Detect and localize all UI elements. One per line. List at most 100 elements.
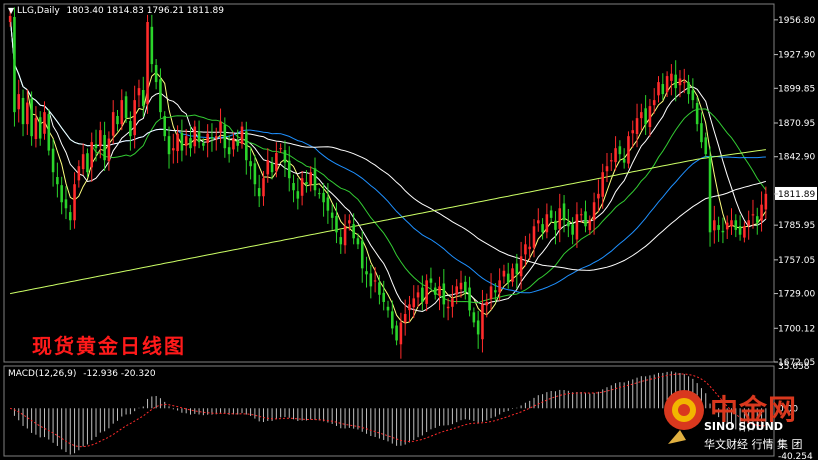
watermark-logo: 中金网 SINO SOUND 华文财经 行情 集 团 <box>660 384 816 456</box>
candle-body <box>506 273 510 283</box>
macd-label: MACD(12,26,9) <box>8 369 77 379</box>
candle-body <box>184 136 188 146</box>
candle-body <box>485 301 489 306</box>
candle-body <box>451 298 454 307</box>
candle-body <box>395 325 398 341</box>
candle-body <box>446 306 450 309</box>
candle-body <box>609 160 613 162</box>
watermark-en: SINO SOUND <box>704 420 783 433</box>
candle-body <box>614 148 617 163</box>
candle-body <box>68 212 72 221</box>
ohlc-values: 1803.40 1814.83 1796.21 1811.89 <box>66 6 224 16</box>
candle-body <box>227 147 231 155</box>
candle-body <box>588 220 592 231</box>
candle-body <box>322 192 325 203</box>
candle-body <box>725 222 729 230</box>
candle-body <box>90 142 94 168</box>
ma-line-ma10 <box>9 15 767 313</box>
candle-body <box>670 73 673 81</box>
candle-body <box>648 106 652 128</box>
y-tick-label: 1811.89 <box>778 190 815 200</box>
candle-body <box>644 108 647 125</box>
candle-body <box>94 144 98 149</box>
candle-body <box>283 150 287 163</box>
candle-body <box>339 237 343 245</box>
candle-body <box>137 88 141 96</box>
candle-body <box>249 161 252 167</box>
candle-body <box>631 130 635 134</box>
candle-body <box>257 188 261 197</box>
candle-body <box>150 26 154 65</box>
candle-body <box>253 163 257 185</box>
candle-body <box>373 280 377 282</box>
candle-body <box>34 118 38 140</box>
candle-body <box>433 287 437 295</box>
candle-body <box>412 298 416 308</box>
candle-body <box>60 185 63 203</box>
candle-body <box>13 16 16 113</box>
candle-body <box>515 263 519 275</box>
candle-body <box>120 100 124 125</box>
candle-body <box>300 178 304 196</box>
candle-body <box>270 163 274 173</box>
candle-body <box>236 140 240 146</box>
candle-body <box>279 148 282 150</box>
y-tick-label: 1729.00 <box>778 290 815 300</box>
candle-body <box>206 133 209 143</box>
candle-body <box>498 280 501 293</box>
candle-body <box>81 154 85 170</box>
candle-body <box>116 115 119 125</box>
candle-body <box>408 304 411 311</box>
candle-body <box>459 282 463 290</box>
candle-body <box>524 244 527 255</box>
candle-body <box>751 214 755 216</box>
candle-body <box>472 312 476 323</box>
candle-body <box>674 74 677 89</box>
candle-body <box>343 226 347 246</box>
candlesticks <box>8 7 768 359</box>
candle-body <box>605 166 609 172</box>
ma-line-ma20 <box>9 15 767 304</box>
candle-body <box>313 168 317 191</box>
candle-body <box>554 220 557 230</box>
candle-body <box>167 136 171 155</box>
ma-line-ma40 <box>9 15 766 294</box>
price-axis: 1956.80 1927.90 1899.85 1870.95 1842.90 1811.… <box>774 16 817 368</box>
candle-body <box>416 292 420 298</box>
candle-body <box>442 283 446 305</box>
candle-body <box>86 153 89 173</box>
candle-body <box>309 172 312 185</box>
candle-body <box>202 143 205 146</box>
ma-line-ma5 <box>9 15 767 324</box>
y-tick-label: 1870.95 <box>778 119 815 129</box>
candle-body <box>56 177 59 185</box>
candle-body <box>399 322 403 345</box>
candle-body <box>717 225 720 230</box>
candle-body <box>38 117 42 139</box>
candle-body <box>193 126 197 147</box>
candle-body <box>468 287 471 311</box>
candle-body <box>154 65 158 83</box>
candle-body <box>661 84 665 95</box>
moving-averages <box>9 15 767 324</box>
candle-body <box>382 292 385 302</box>
candle-body <box>687 82 690 95</box>
candle-body <box>575 214 579 240</box>
candle-body <box>567 222 570 227</box>
candle-body <box>176 133 179 152</box>
candle-body <box>99 130 102 147</box>
y-tick-label: 1956.80 <box>778 16 815 26</box>
candle-body <box>180 132 184 151</box>
candle-body <box>30 98 33 137</box>
candle-body <box>240 126 244 144</box>
candle-body <box>163 115 167 137</box>
candle-body <box>287 160 291 179</box>
candle-body <box>403 313 407 323</box>
candle-body <box>296 191 300 199</box>
candle-body <box>391 311 394 329</box>
candle-body <box>378 282 381 295</box>
candle-body <box>734 220 738 230</box>
y-tick-label: 1757.05 <box>778 256 815 266</box>
candle-body <box>743 226 746 238</box>
candle-body <box>584 211 587 227</box>
